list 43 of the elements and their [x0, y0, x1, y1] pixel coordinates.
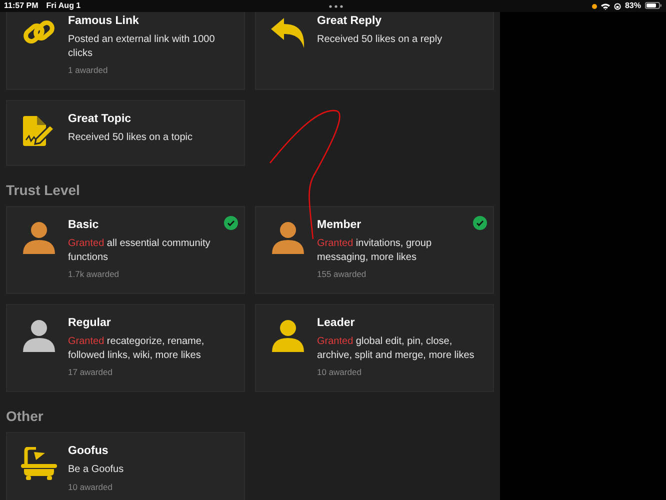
badge-card[interactable]: Leader Granted global edit, pin, close, archive, split and merge, more likes 10 awarded [255, 304, 494, 392]
badge-card[interactable]: Basic Granted all essential community functions 1.7k awarded [6, 206, 245, 294]
badge-card[interactable]: Regular Granted recategorize, rename, followed links, wiki, more likes 17 awarded [6, 304, 245, 392]
badge-description: Granted all essential community functions [68, 237, 212, 264]
badge-description: Received 50 likes on a reply [317, 33, 442, 47]
reply-arrow-icon [270, 17, 306, 49]
status-dot-icon [592, 4, 597, 8]
rotation-lock-icon [614, 2, 621, 10]
badge-title: Famous Link [68, 14, 140, 29]
badge-title: Basic [68, 218, 100, 233]
battery-icon [645, 2, 662, 10]
badge-title: Goofus [68, 444, 110, 459]
awarded-count: 10 awarded [68, 480, 114, 494]
badge-title: Great Topic [68, 112, 132, 127]
status-time: 11:57 PM [4, 0, 38, 12]
badge-description: Received 50 likes on a topic [68, 131, 193, 145]
badge-card[interactable]: Great Reply Received 50 likes on a reply [255, 12, 494, 90]
awarded-count: 1 awarded [68, 64, 109, 77]
badge-card[interactable]: Goofus Be a Goofus 10 awarded [6, 432, 245, 500]
battery-percent: 83% [624, 0, 641, 12]
badge-description: Posted an external link with 1000 clicks [68, 33, 216, 60]
badge-description: Granted invitations, group messaging, more likes [317, 237, 433, 264]
badge-card[interactable]: Member Granted invitations, group messaging, more likes 155 awarded [255, 206, 494, 294]
bathtub-icon [21, 447, 57, 481]
section-heading: Other [6, 407, 44, 426]
more-dots-icon[interactable] [329, 4, 344, 8]
badge-title: Great Reply [317, 14, 383, 29]
section-heading: Trust Level [6, 181, 81, 200]
badge-card[interactable]: Great Topic Received 50 likes on a topic [6, 100, 245, 166]
badge-title: Regular [68, 316, 112, 331]
awarded-count: 1.7k awarded [68, 268, 120, 281]
badge-description: Granted global edit, pin, close, archive, split and merge, more likes [317, 335, 476, 362]
badge-card[interactable]: Famous Link Posted an external link with 1000 clicks 1 awarded [6, 12, 245, 90]
awarded-count: 17 awarded [68, 366, 114, 379]
badge-description: Granted recategorize, rename, followed links, wiki, more likes [68, 335, 206, 362]
wifi-icon [600, 2, 610, 10]
document-pencil-icon [22, 115, 56, 147]
status-date: Fri Aug 1 [46, 0, 81, 12]
awarded-count: 10 awarded [317, 366, 362, 379]
badge-title: Member [317, 218, 362, 233]
awarded-count: 155 awarded [317, 268, 368, 281]
badge-title: Leader [317, 316, 356, 331]
badge-description: Be a Goofus [68, 463, 124, 477]
